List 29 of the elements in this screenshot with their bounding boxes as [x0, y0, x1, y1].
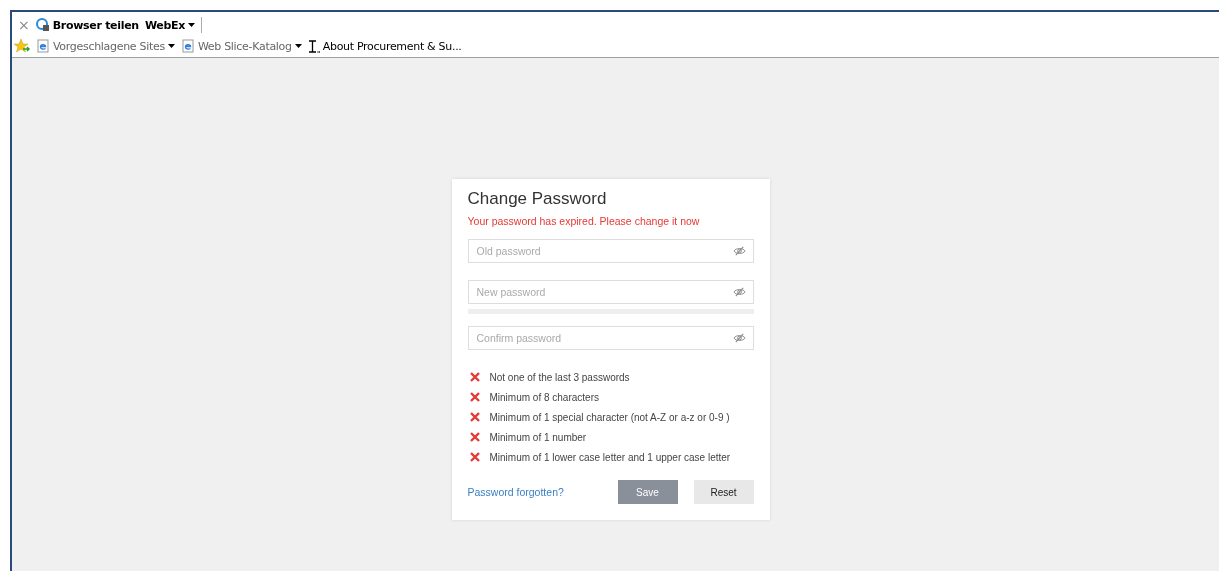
eye-slash-icon[interactable]	[732, 287, 746, 297]
star-add-icon[interactable]	[14, 39, 30, 53]
reset-button[interactable]: Reset	[693, 480, 754, 504]
favorites-link[interactable]: About Procurement & Su...	[322, 39, 462, 53]
rule-text: Minimum of 1 special character (not A-Z or a-z or 0-9 )	[489, 411, 730, 423]
rule-text: Minimum of 8 characters	[489, 391, 599, 403]
globe-share-icon	[35, 18, 50, 32]
webex-menu[interactable]: WebEx	[144, 18, 186, 32]
password-field[interactable]: New password	[467, 280, 754, 304]
forgot-password-link[interactable]: Password forgotten?	[467, 486, 602, 498]
favorites-link[interactable]: Vorgeschlagene Sites	[53, 39, 165, 53]
eye-slash-icon[interactable]	[732, 333, 746, 343]
caret-icon	[188, 23, 196, 27]
eye-slash-icon[interactable]	[732, 246, 746, 256]
rule-text: Minimum of 1 lower case letter and 1 upper case letter	[489, 451, 731, 463]
favorites-link[interactable]: Web Slice-Katalog	[197, 39, 292, 53]
password-field[interactable]: Old password	[467, 239, 754, 263]
rule-text: Not one of the last 3 passwords	[489, 371, 630, 383]
share-browser-button[interactable]: Browser teilen	[52, 18, 139, 32]
caret-icon	[167, 44, 175, 48]
dialog-title: Change Password	[467, 189, 608, 209]
rule-text: Minimum of 1 number	[489, 431, 587, 443]
error-message: Your password has expired. Please change it now	[467, 215, 701, 227]
password-field[interactable]: Confirm password	[467, 326, 754, 350]
page-icon	[180, 39, 195, 53]
caret-icon	[294, 44, 302, 48]
page-icon	[36, 39, 50, 53]
close-button[interactable]: ×	[18, 17, 30, 33]
text-cursor-icon	[307, 39, 320, 53]
